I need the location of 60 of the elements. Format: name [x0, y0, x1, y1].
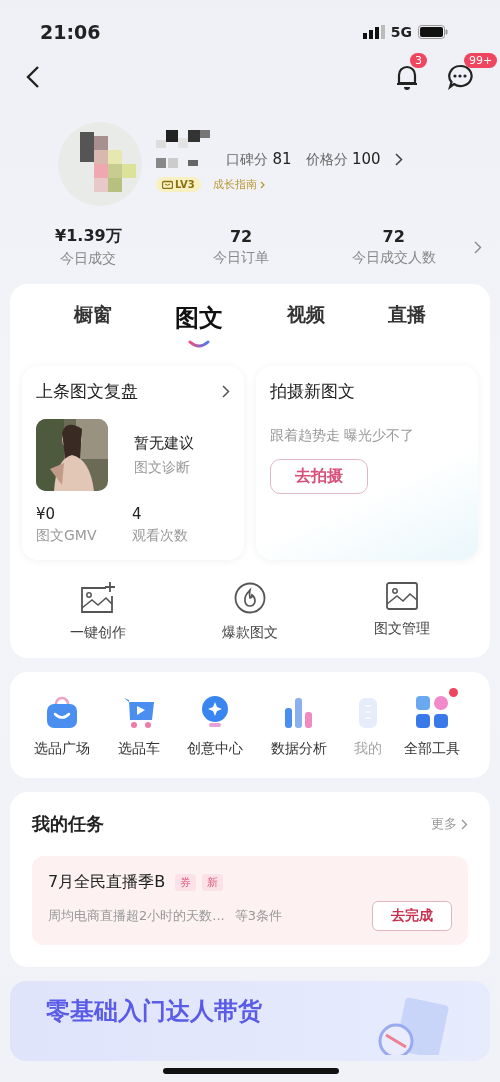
stat-label: 今日订单	[213, 249, 269, 267]
task-tag: 新	[202, 874, 224, 891]
tool-label[interactable]: 选品广场	[34, 740, 90, 758]
action-label[interactable]: 爆款图文	[222, 624, 278, 642]
metric-value: ¥0	[36, 505, 57, 523]
score-text: 价格分 100	[305, 150, 381, 169]
shoot-card[interactable]: 拍摄新图文 跟着趋势走 曝光少不了 去拍摄	[256, 366, 478, 560]
banner-title: 零基础入门达人带货	[46, 996, 262, 1027]
chevron-icon[interactable]	[394, 153, 403, 166]
chevron-icon[interactable]	[222, 385, 230, 398]
tool-label[interactable]: 数据分析	[270, 740, 327, 758]
message-icon[interactable]	[446, 63, 474, 91]
signal-icon	[362, 25, 385, 39]
stat-label: 今日成交	[60, 250, 117, 268]
image-add-icon[interactable]	[80, 582, 116, 614]
task-tag: 券	[175, 874, 197, 891]
task-conditions: 等3条件	[234, 907, 282, 925]
action-label[interactable]: 一键创作	[70, 624, 126, 642]
tab-indicator	[188, 340, 211, 348]
suggestion-text: 暂无建议	[134, 433, 194, 453]
tool-label[interactable]: 选品车	[117, 740, 160, 758]
tool-label[interactable]: 全部工具	[403, 740, 460, 758]
image-icon[interactable]	[386, 582, 418, 610]
apps-grid-icon[interactable]	[413, 694, 450, 730]
battery-icon	[418, 25, 448, 39]
diagnosis-label: 图文诊断	[134, 458, 191, 477]
status-time: 21:06	[40, 21, 101, 43]
stat-value: 72	[382, 227, 405, 246]
tab[interactable]: 橱窗	[67, 298, 118, 332]
tool-label[interactable]: 创意中心	[187, 740, 244, 758]
section-title: 我的任务	[32, 812, 104, 836]
stat-value: 72	[229, 227, 253, 246]
level-badge: LV3	[156, 177, 201, 192]
tab[interactable]: 视频	[280, 298, 331, 332]
bell-icon[interactable]	[394, 63, 420, 91]
task-title: 7月全民直播季B	[48, 872, 166, 893]
card-subtitle: 跟着趋势走 曝光少不了	[270, 427, 416, 445]
complete-button[interactable]: 去完成	[372, 901, 452, 931]
card-title: 上条图文复盘	[36, 380, 138, 403]
action-label[interactable]: 图文管理	[374, 620, 430, 638]
bag-icon[interactable]	[44, 694, 80, 730]
message-badge: 99+	[464, 53, 498, 68]
tab[interactable]: 图文	[169, 298, 230, 338]
score-text: 口碑分 81	[226, 150, 292, 169]
flame-icon[interactable]	[234, 582, 266, 614]
stat-value: ¥1.39万	[55, 226, 122, 247]
notification-badge: 3	[410, 53, 427, 68]
card-title: 拍摄新图文	[270, 380, 356, 403]
tab[interactable]: 直播	[382, 298, 433, 332]
promo-banner[interactable]: 零基础入门达人带货	[10, 981, 490, 1061]
task-card[interactable]: 7月全民直播季B 券 新 周均电商直播超2小时的天数... 等3条件 去完成	[32, 856, 468, 945]
network-label: 5G	[390, 24, 412, 40]
task-description: 周均电商直播超2小时的天数...	[48, 907, 225, 925]
metric-value: 4	[132, 505, 143, 523]
review-card[interactable]: 上条图文复盘 暂无建议 图文诊断 ¥0 图文GMV 4 观看次数	[22, 366, 244, 560]
metric-label: 图文GMV	[36, 527, 98, 545]
metric-label: 观看次数	[132, 527, 189, 545]
back-icon[interactable]	[26, 65, 40, 89]
shoot-button[interactable]: 去拍摄	[270, 459, 368, 494]
stat-label: 今日成交人数	[351, 249, 436, 267]
